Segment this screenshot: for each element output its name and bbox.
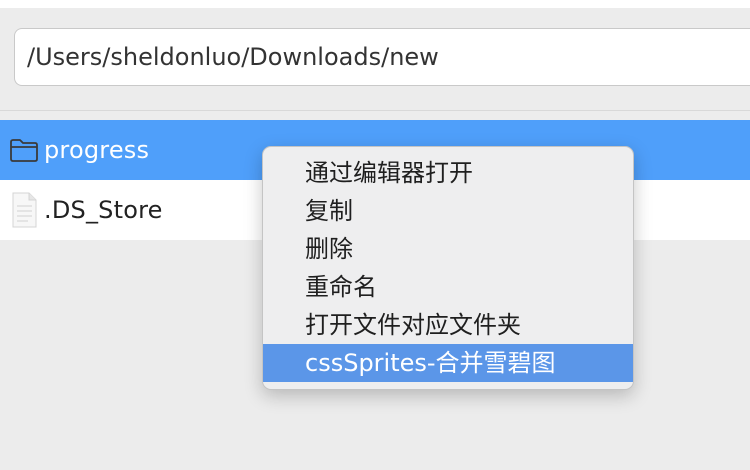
menu-item-open-containing-folder[interactable]: 打开文件对应文件夹 (263, 306, 633, 344)
context-menu: 通过编辑器打开 复制 删除 重命名 打开文件对应文件夹 cssSprites-合… (262, 146, 634, 390)
file-name: .DS_Store (44, 196, 163, 224)
path-bar-area (0, 8, 750, 111)
menu-item-copy[interactable]: 复制 (263, 192, 633, 230)
menu-item-delete[interactable]: 删除 (263, 230, 633, 268)
menu-item-css-sprites[interactable]: cssSprites-合并雪碧图 (263, 344, 633, 382)
path-input[interactable] (14, 28, 750, 86)
document-icon (6, 192, 42, 228)
window-top-strip (0, 0, 750, 8)
file-name: progress (44, 136, 150, 164)
menu-item-rename[interactable]: 重命名 (263, 268, 633, 306)
folder-icon (6, 132, 42, 168)
menu-item-open-with-editor[interactable]: 通过编辑器打开 (263, 154, 633, 192)
